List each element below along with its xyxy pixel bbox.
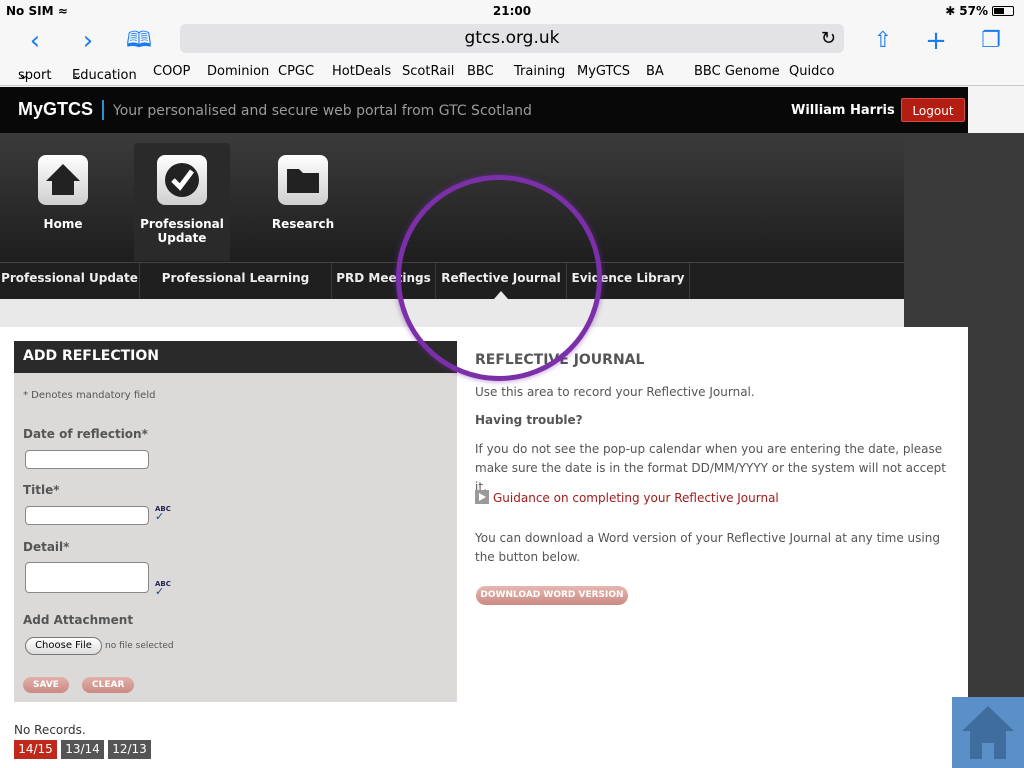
browser-toolbar: ‹ › 🕮 gtcs.org.uk ↻ ⇧ + ❐ [0,22,1024,60]
nav-professional-update[interactable]: Professional Update [134,143,230,261]
no-records-text: No Records. [14,723,86,737]
form-title: ADD REFLECTION [14,341,457,373]
bookmark-dominion[interactable]: Dominion [207,64,269,79]
bookmarks-bar: sport ⌄ Education ⌄ COOP Dominion CPGC H… [0,60,1024,86]
nav-home[interactable]: Home [15,143,111,261]
download-word-button[interactable]: DOWNLOAD WORD VERSION [476,586,628,605]
tabs-icon[interactable]: ❐ [976,26,1006,56]
logo-divider [102,100,104,120]
site-logo[interactable]: MyGTCS [18,99,93,120]
battery-percent: 57% [959,4,988,18]
bookmark-scotrail[interactable]: ScotRail [402,64,454,79]
user-name: William Harris [791,103,895,118]
subnav-professional-update[interactable]: Professional Update [0,263,140,299]
no-file-text: no file selected [105,641,174,651]
detail-label: Detail* [23,540,70,554]
bookmark-bbc[interactable]: BBC [467,64,494,79]
bookmark-cpgc[interactable]: CPGC [278,64,314,79]
nav-research[interactable]: Research [255,143,351,261]
house-icon [38,155,88,205]
site-header: MyGTCS Your personalised and secure web … [0,87,968,133]
play-icon [475,490,489,504]
reload-icon[interactable]: ↻ [821,24,836,53]
subnav-professional-learning-record[interactable]: Professional Learning Record [140,263,332,315]
mandatory-note: * Denotes mandatory field [23,390,156,401]
house-icon [962,706,1014,759]
save-button[interactable]: SAVE [23,677,69,693]
share-icon[interactable]: ⇧ [868,26,898,56]
folder-icon [278,155,328,205]
bookmark-training[interactable]: Training [514,64,565,79]
new-tab-plus-icon[interactable]: + [921,26,951,56]
bookmarks-book-icon[interactable]: 🕮 [124,26,154,56]
bookmark-bbc-genome[interactable]: BBC Genome [694,64,780,79]
site-tagline: Your personalised and secure web portal … [113,103,532,119]
clock: 21:00 [492,4,532,18]
date-label: Date of reflection* [23,427,148,441]
address-bar[interactable]: gtcs.org.uk ↻ [180,24,844,53]
detail-field[interactable] [25,562,149,593]
spellcheck-title-icon[interactable]: ABC ✓ [155,505,171,522]
touch-highlight-circle [396,175,602,381]
bookmark-quidco[interactable]: Quidco [789,64,834,79]
add-reflection-form: ADD REFLECTION * Denotes mandatory field… [14,341,457,702]
battery-icon [992,6,1014,16]
clear-button[interactable]: CLEAR [82,677,135,693]
checkmark-icon [157,155,207,205]
status-bar: No SIM ≈ 21:00 ✱ 57% [0,0,1024,22]
nav-research-label: Research [271,217,335,231]
year-tab-13-14[interactable]: 13/14 [61,740,104,759]
date-field[interactable] [25,450,149,469]
title-label: Title* [23,483,60,497]
bookmark-hotdeals[interactable]: HotDeals [332,64,391,79]
download-text: You can download a Word version of your … [475,531,940,564]
spellcheck-detail-icon[interactable]: ABC ✓ [155,580,171,597]
bookmark-ba[interactable]: BA [646,64,664,79]
bookmark-coop[interactable]: COOP [153,64,190,79]
page-background-right [904,133,1024,327]
back-icon[interactable]: ‹ [20,26,50,56]
logout-button[interactable]: Logout [901,98,965,122]
chevron-down-icon: ⌄ [18,68,29,83]
title-field[interactable] [25,506,149,525]
chevron-down-icon: ⌄ [72,68,83,83]
forward-icon[interactable]: › [73,26,103,56]
info-intro: Use this area to record your Reflective … [475,385,755,399]
nav-home-label: Home [43,217,83,231]
trouble-heading: Having trouble? [475,413,583,427]
bookmark-mygtcs[interactable]: MyGTCS [577,64,630,79]
assistive-home-button[interactable] [952,697,1024,768]
guidance-link[interactable]: Guidance on completing your Reflective J… [475,489,955,508]
attachment-label: Add Attachment [23,613,134,627]
nav-professional-update-label: Professional Update [140,217,224,245]
year-tab-14-15[interactable]: 14/15 [14,740,57,759]
year-tab-12-13[interactable]: 12/13 [108,740,151,759]
choose-file-button[interactable]: Choose File [25,637,102,655]
bluetooth-icon: ✱ [945,4,956,18]
